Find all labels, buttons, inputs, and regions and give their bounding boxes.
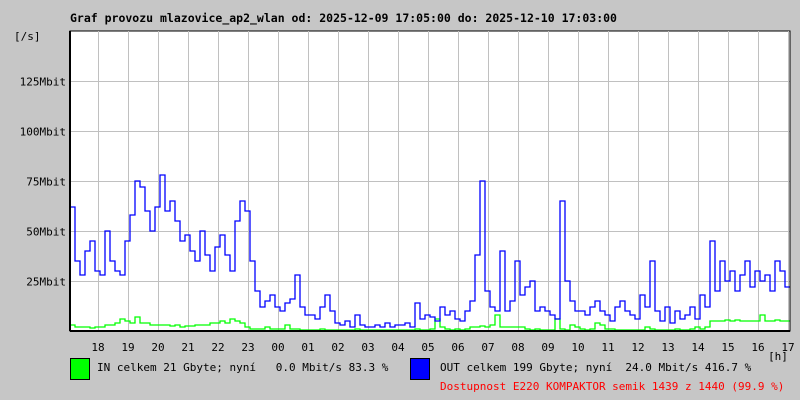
out-legend-text: OUT celkem 199 Gbyte; nyní 24.0 Mbit/s 4…	[440, 361, 752, 374]
x-tick-label: 06	[451, 341, 464, 354]
x-tick-label: 02	[331, 341, 344, 354]
in-legend-swatch	[70, 358, 90, 380]
x-tick-label: 18	[91, 341, 104, 354]
x-tick-label: 00	[271, 341, 284, 354]
x-tick-label: 23	[241, 341, 254, 354]
y-tick-label: 125Mbit	[20, 76, 66, 89]
y-tick-label: 50Mbit	[26, 226, 66, 239]
x-axis-unit: [h]	[768, 350, 788, 363]
availability-text: Dostupnost E220 KOMPAKTOR semik 1439 z 1…	[440, 380, 785, 393]
x-tick-label: 16	[751, 341, 764, 354]
x-tick-label: 21	[181, 341, 194, 354]
x-tick-label: 09	[541, 341, 554, 354]
x-tick-label: 14	[691, 341, 705, 354]
x-tick-label: 07	[481, 341, 494, 354]
x-tick-label: 03	[361, 341, 374, 354]
in-legend-text: IN celkem 21 Gbyte; nyní 0.0 Mbit/s 83.3…	[97, 361, 389, 374]
y-tick-label: 25Mbit	[26, 276, 66, 289]
x-tick-label: 05	[421, 341, 434, 354]
traffic-chart: 18 19 20 21 22 23 00 01 02 03 04 05 06 07 08 09 10 11 12 13…	[20, 30, 795, 363]
x-tick-label: 10	[571, 341, 584, 354]
x-tick-label: 11	[601, 341, 614, 354]
x-tick-label: 12	[631, 341, 644, 354]
x-tick-label: 19	[121, 341, 134, 354]
x-tick-label: 13	[661, 341, 674, 354]
y-tick-label: 100Mbit	[20, 126, 66, 139]
x-tick-label: 22	[211, 341, 224, 354]
out-legend-swatch	[410, 358, 430, 380]
x-tick-label: 15	[721, 341, 734, 354]
x-tick-label: 01	[301, 341, 314, 354]
x-tick-label: 04	[391, 341, 405, 354]
x-tick-label: 08	[511, 341, 524, 354]
x-tick-label: 20	[151, 341, 164, 354]
y-tick-label: 75Mbit	[26, 176, 66, 189]
